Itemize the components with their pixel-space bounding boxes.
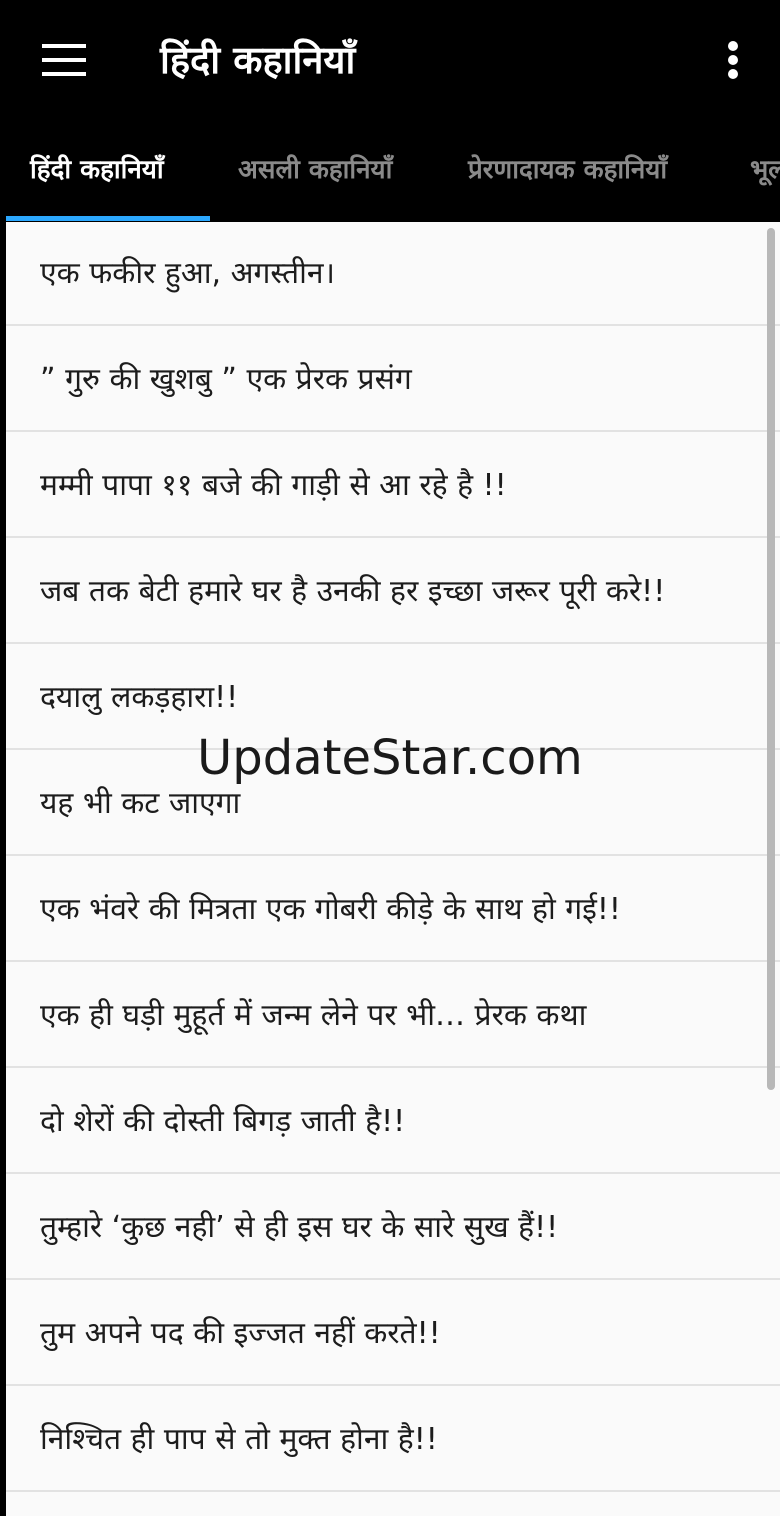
tab-bhool[interactable]: भूल [750,118,780,218]
list-item[interactable]: मम्मी पापा ११ बजे की गाड़ी से आ रहे है !… [6,434,780,538]
list-item-title: दो शेरों की दोस्ती बिगड़ जाती है!! [40,1104,406,1139]
app-title: हिंदी कहानियाँ [160,38,356,82]
list-item-title: एक फकीर हुआ, अगस्तीन। [40,256,335,291]
tab-bar: हिंदी कहानियाँ असली कहानियाँ प्रेरणादायक… [6,118,780,222]
tab-asli-kahaniyan[interactable]: असली कहानियाँ [238,118,392,218]
list-item[interactable]: ” गुरु की खुशबु ” एक प्रेरक प्रसंग [6,328,780,432]
list-item[interactable]: दो शेरों की दोस्ती बिगड़ जाती है!! [6,1070,780,1174]
more-vertical-icon [728,41,738,79]
list-item-title: तुम्हारे ‘कुछ नही’ से ही इस घर के सारे स… [40,1210,559,1245]
list-item[interactable]: जब तक बेटी हमारे घर है उनकी हर इच्छा जरू… [6,540,780,644]
list-item[interactable]: दयालु लकड़हारा!! [6,646,780,750]
list-item-title: एक ही घड़ी मुहूर्त में जन्म लेने पर भी… … [40,998,587,1033]
list-item[interactable]: एक ही घड़ी मुहूर्त में जन्म लेने पर भी… … [6,964,780,1068]
active-tab-indicator [6,216,210,221]
list-item[interactable]: तुम्हारे ‘कुछ नही’ से ही इस घर के सारे स… [6,1176,780,1280]
list-item-title: मम्मी पापा ११ बजे की गाड़ी से आ रहे है !… [40,468,507,503]
list-item-title: एक भंवरे की मित्रता एक गोबरी कीड़े के सा… [40,892,621,927]
tab-hindi-kahaniyan[interactable]: हिंदी कहानियाँ [30,118,164,218]
list-item-title: दयालु लकड़हारा!! [40,680,239,715]
list-item-title: जब तक बेटी हमारे घर है उनकी हर इच्छा जरू… [40,574,666,609]
list-item-title: ” गुरु की खुशबु ” एक प्रेरक प्रसंग [40,362,412,397]
list-item[interactable]: एक भंवरे की मित्रता एक गोबरी कीड़े के सा… [6,858,780,962]
list-item-title: तुम अपने पद की इज्जत नहीं करते!! [40,1316,441,1351]
app-screen: हिंदी कहानियाँ हिंदी कहानियाँ असली कहानि… [6,0,780,1516]
list-item[interactable]: एक फकीर हुआ, अगस्तीन। [6,222,780,326]
tab-prernadayak-kahaniyan[interactable]: प्रेरणादायक कहानियाँ [468,118,667,218]
more-options-button[interactable] [706,30,760,90]
list-item[interactable]: यह भी कट जाएगा [6,752,780,856]
list-item[interactable]: तुम अपने पद की इज्जत नहीं करते!! [6,1282,780,1386]
list-scrollbar[interactable] [767,228,775,1090]
list-item[interactable]: निश्चित ही पाप से तो मुक्त होना है!! [6,1388,780,1492]
story-list[interactable]: एक फकीर हुआ, अगस्तीन। ” गुरु की खुशबु ” … [6,222,780,1516]
menu-button[interactable] [34,30,94,90]
hamburger-menu-icon [42,44,86,76]
list-item-title: यह भी कट जाएगा [40,786,241,821]
list-item-title: निश्चित ही पाप से तो मुक्त होना है!! [40,1422,438,1457]
app-bar: हिंदी कहानियाँ [6,0,780,118]
